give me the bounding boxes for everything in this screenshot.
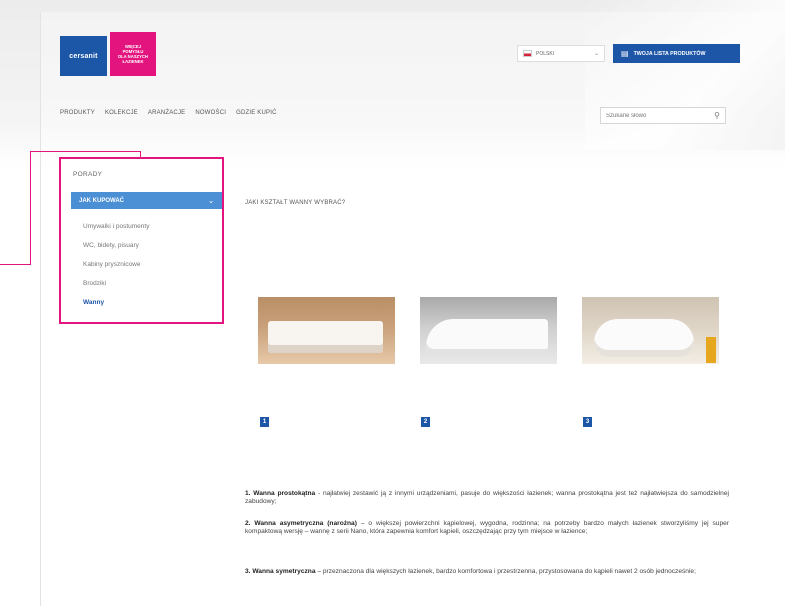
description-paragraph: 1. Wanna prostokątna - najłatwiej zestaw…	[245, 490, 729, 507]
product-list-button[interactable]: ▤ TWOJA LISTA PRODUKTÓW	[613, 44, 740, 63]
language-select[interactable]: POLSKI ⌄	[517, 45, 605, 62]
paragraph-text: - najłatwiej zestawić ją z innymi urządz…	[245, 490, 729, 506]
sidebar-title: PORADY	[73, 171, 103, 178]
number-badge: 1	[260, 417, 269, 427]
nav-item-aranzacje[interactable]: ARANŻACJE	[148, 110, 185, 120]
nav-item-kolekcje[interactable]: KOLEKCJE	[105, 110, 138, 120]
nav-item-gdzie-kupic[interactable]: GDZIE KUPIĆ	[236, 110, 277, 120]
slogan-logo: WIĘCEJ POMYSŁU DLA NASZYCH ŁAZIENEK	[110, 32, 156, 76]
paragraph-heading: 3. Wanna symetryczna	[245, 568, 316, 575]
list-icon: ▤	[621, 49, 629, 58]
flag-icon	[523, 50, 532, 57]
product-list-label: TWOJA LISTA PRODUKTÓW	[633, 50, 706, 57]
bathtub-symmetric-image	[582, 297, 719, 364]
callout-line	[30, 151, 31, 264]
number-badge: 2	[421, 417, 430, 427]
callout-line	[0, 264, 31, 265]
sidebar-item-brodziki[interactable]: Brodziki	[83, 279, 149, 298]
callout-line	[30, 151, 140, 152]
paragraph-text: – przeznaczona dla większych łazienek, b…	[315, 568, 696, 575]
bathtub-asymmetric-image	[420, 297, 557, 364]
cersanit-logo-text: cersanit	[69, 52, 98, 60]
sidebar-section-jak-kupowac[interactable]: JAK KUPOWAĆ ⌄	[71, 192, 222, 209]
bathtub-rectangular-image	[258, 297, 395, 364]
description-paragraph: 3. Wanna symetryczna – przeznaczona dla …	[245, 568, 729, 576]
sidebar-item-kabiny[interactable]: Kabiny prysznicowe	[83, 260, 149, 279]
sidebar-section-label: JAK KUPOWAĆ	[79, 197, 125, 204]
advice-sidebar: PORADY JAK KUPOWAĆ ⌄ Umywalki i postumen…	[59, 157, 224, 324]
paragraph-heading: 2. Wanna asymetryczna (narożna)	[245, 520, 357, 527]
slogan-line: ŁAZIENEK	[122, 59, 144, 65]
nav-item-nowosci[interactable]: NOWOŚCI	[195, 110, 226, 120]
paragraph-heading: 1. Wanna prostokątna	[245, 490, 316, 497]
sidebar-item-umywalki[interactable]: Umywalki i postumenty	[83, 222, 149, 241]
search-input[interactable]	[606, 112, 706, 119]
search-box: ⚲	[600, 107, 726, 124]
nav-item-produkty[interactable]: PRODUKTY	[60, 110, 95, 120]
description-paragraph: 2. Wanna asymetryczna (narożna) – o więk…	[245, 520, 729, 537]
chevron-down-icon: ⌄	[593, 51, 599, 57]
sidebar-item-wanny[interactable]: Wanny	[83, 298, 149, 317]
chevron-down-icon: ⌄	[208, 197, 214, 205]
page-title: JAKI KSZTAŁT WANNY WYBRAĆ?	[245, 200, 346, 206]
sidebar-list: Umywalki i postumenty WC, bidety, pisuar…	[83, 222, 149, 317]
language-label: POLSKI	[536, 50, 555, 57]
sidebar-item-wc[interactable]: WC, bidety, pisuary	[83, 241, 149, 260]
search-icon[interactable]: ⚲	[714, 111, 720, 120]
main-nav: PRODUKTY KOLEKCJE ARANŻACJE NOWOŚCI GDZI…	[60, 110, 277, 120]
cersanit-logo[interactable]: cersanit	[60, 36, 107, 76]
number-badge: 3	[583, 417, 592, 427]
